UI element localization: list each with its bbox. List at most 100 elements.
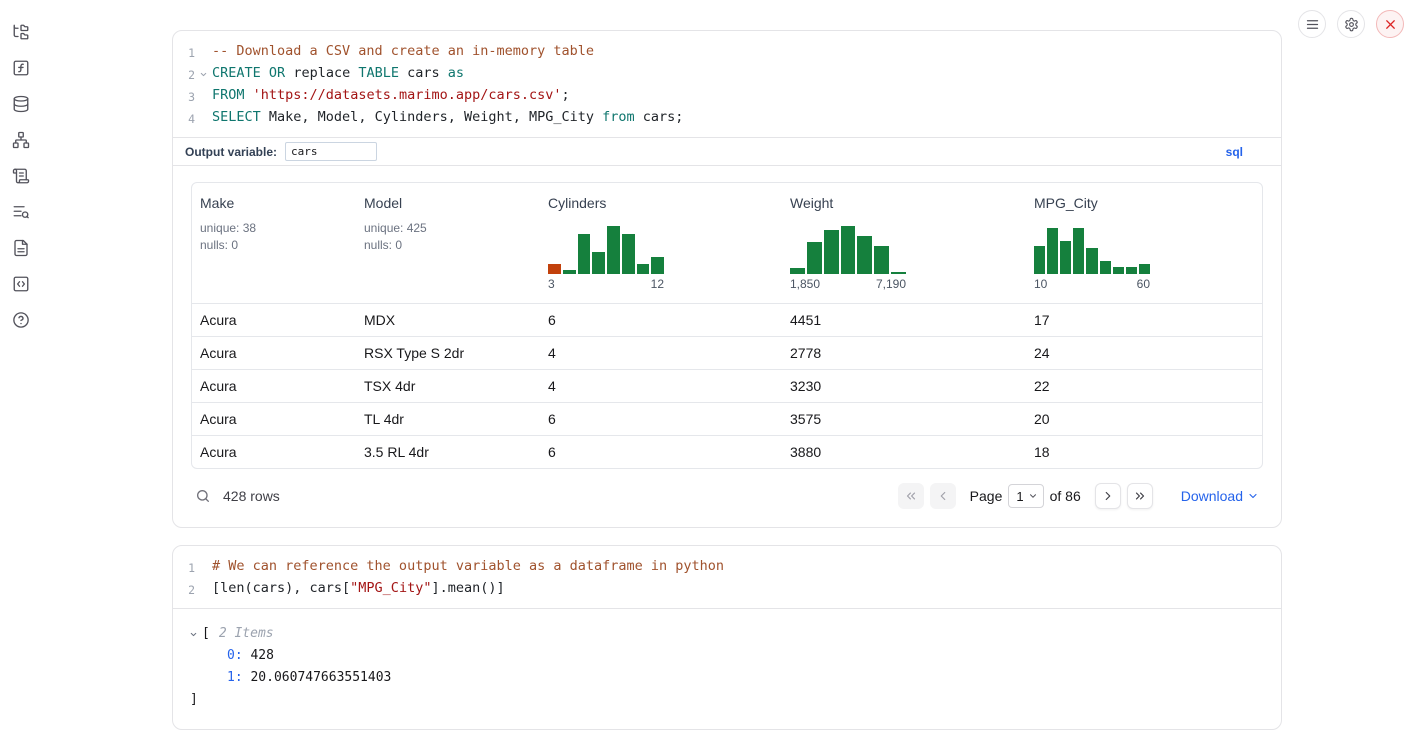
histogram-bar[interactable] xyxy=(651,257,664,274)
last-page-button[interactable] xyxy=(1127,483,1153,509)
code-line[interactable]: 4SELECT Make, Model, Cylinders, Weight, … xyxy=(173,107,1281,129)
search-icon[interactable] xyxy=(195,488,211,504)
code-line[interactable]: 1# We can reference the output variable … xyxy=(173,556,1281,578)
chevron-down-icon xyxy=(1028,491,1038,501)
histogram-bar[interactable] xyxy=(874,246,889,274)
logs-icon[interactable] xyxy=(12,203,30,221)
table-cell: Acura xyxy=(192,436,356,469)
histogram-bar[interactable] xyxy=(548,264,561,274)
table-cell: TL 4dr xyxy=(356,403,540,436)
table-row[interactable]: AcuraTL 4dr6357520 xyxy=(192,403,1262,436)
histogram-bar[interactable] xyxy=(622,234,635,274)
language-badge[interactable]: sql xyxy=(1226,145,1243,159)
prev-page-button[interactable] xyxy=(930,483,956,509)
table-cell: Acura xyxy=(192,304,356,337)
column-name: Weight xyxy=(790,195,1018,211)
table-row[interactable]: AcuraMDX6445117 xyxy=(192,304,1262,337)
cylinders-histogram[interactable]: 312 xyxy=(548,224,664,291)
column-name: MPG_City xyxy=(1034,195,1254,211)
histogram-bar[interactable] xyxy=(807,242,822,274)
first-page-button[interactable] xyxy=(898,483,924,509)
file-tree-icon[interactable] xyxy=(12,23,30,41)
table-cell: 6 xyxy=(540,436,782,469)
chevron-left-icon xyxy=(936,489,950,503)
histogram-bar[interactable] xyxy=(578,234,591,274)
histogram-bar[interactable] xyxy=(592,252,605,274)
histogram-bar[interactable] xyxy=(637,264,650,274)
histogram-bar[interactable] xyxy=(841,226,856,274)
collapse-chevron-icon[interactable] xyxy=(189,630,202,639)
line-number: 1 xyxy=(173,556,195,578)
code-line[interactable]: 2[len(cars), cars["MPG_City"].mean()] xyxy=(173,578,1281,600)
snippets-icon[interactable] xyxy=(12,275,30,293)
menu-button[interactable] xyxy=(1298,10,1326,38)
pagination: Page 1 of 86 Download xyxy=(898,483,1259,509)
histogram-bar[interactable] xyxy=(1060,241,1071,274)
histogram-bar[interactable] xyxy=(891,272,906,274)
table-row[interactable]: AcuraTSX 4dr4323022 xyxy=(192,370,1262,403)
table-cell: 6 xyxy=(540,304,782,337)
table-cell: 3230 xyxy=(782,370,1026,403)
help-icon[interactable] xyxy=(12,311,30,329)
settings-button[interactable] xyxy=(1337,10,1365,38)
table-row[interactable]: Acura3.5 RL 4dr6388018 xyxy=(192,436,1262,469)
datasources-icon[interactable] xyxy=(12,95,30,113)
code-line[interactable]: 2CREATE OR replace TABLE cars as xyxy=(173,63,1281,85)
python-cell: 1# We can reference the output variable … xyxy=(172,545,1282,730)
sql-editor[interactable]: 1-- Download a CSV and create an in-memo… xyxy=(173,31,1281,137)
fold-gutter xyxy=(195,85,212,107)
chevron-right-icon xyxy=(1101,489,1115,503)
code-line[interactable]: 3FROM 'https://datasets.marimo.app/cars.… xyxy=(173,85,1281,107)
fold-gutter xyxy=(195,107,212,129)
histogram-bar[interactable] xyxy=(857,236,872,274)
table-cell: 24 xyxy=(1026,337,1262,370)
table-cell: 4 xyxy=(540,337,782,370)
table-cell: 3.5 RL 4dr xyxy=(356,436,540,469)
column-header-mpg-city[interactable]: MPG_City 1060 xyxy=(1026,183,1262,304)
scratchpad-icon[interactable] xyxy=(12,167,30,185)
column-header-weight[interactable]: Weight 1,8507,190 xyxy=(782,183,1026,304)
histogram-bar[interactable] xyxy=(1126,267,1137,274)
code-text: FROM 'https://datasets.marimo.app/cars.c… xyxy=(212,85,570,107)
column-header-cylinders[interactable]: Cylinders 312 xyxy=(540,183,782,304)
table-row[interactable]: AcuraRSX Type S 2dr4277824 xyxy=(192,337,1262,370)
output-variable-input[interactable] xyxy=(285,142,377,161)
column-header-make[interactable]: Make unique: 38 nulls: 0 xyxy=(192,183,356,304)
histogram-bar[interactable] xyxy=(563,270,576,274)
histogram-range-labels: 1060 xyxy=(1034,277,1150,291)
fold-chevron-icon[interactable] xyxy=(195,63,212,85)
histogram-bar[interactable] xyxy=(1073,228,1084,274)
histogram-range-labels: 312 xyxy=(548,277,664,291)
histogram-bar[interactable] xyxy=(1047,228,1058,274)
histogram-bar[interactable] xyxy=(1034,246,1045,274)
weight-histogram[interactable]: 1,8507,190 xyxy=(790,224,906,291)
histogram-bar[interactable] xyxy=(1100,261,1111,274)
python-editor[interactable]: 1# We can reference the output variable … xyxy=(173,546,1281,608)
dependency-graph-icon[interactable] xyxy=(12,131,30,149)
line-number: 4 xyxy=(173,107,195,129)
next-page-button[interactable] xyxy=(1095,483,1121,509)
table-cell: 2778 xyxy=(782,337,1026,370)
close-button[interactable] xyxy=(1376,10,1404,38)
column-stats: unique: 425 nulls: 0 xyxy=(364,220,532,254)
mpg-city-histogram[interactable]: 1060 xyxy=(1034,224,1150,291)
row-count: 428 rows xyxy=(223,488,280,504)
items-count: 2 Items xyxy=(219,623,274,645)
variables-icon[interactable] xyxy=(12,59,30,77)
column-header-model[interactable]: Model unique: 425 nulls: 0 xyxy=(356,183,540,304)
page-select[interactable]: 1 xyxy=(1008,484,1043,508)
histogram-bar[interactable] xyxy=(790,268,805,274)
documentation-icon[interactable] xyxy=(12,239,30,257)
histogram-bar[interactable] xyxy=(1139,264,1150,274)
table-cell: 3880 xyxy=(782,436,1026,469)
fold-gutter xyxy=(195,578,212,600)
table-cell: 3575 xyxy=(782,403,1026,436)
histogram-bar[interactable] xyxy=(607,226,620,274)
code-line[interactable]: 1-- Download a CSV and create an in-memo… xyxy=(173,41,1281,63)
gear-icon xyxy=(1344,17,1359,32)
histogram-bar[interactable] xyxy=(824,230,839,274)
download-button[interactable]: Download xyxy=(1181,488,1259,504)
histogram-bar[interactable] xyxy=(1086,248,1097,274)
histogram-bar[interactable] xyxy=(1113,267,1124,274)
chevrons-left-icon xyxy=(904,489,918,503)
